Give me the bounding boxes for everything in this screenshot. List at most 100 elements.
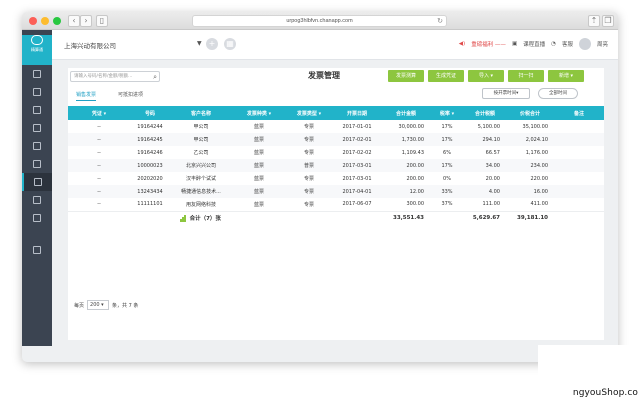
sidebar-item-chart[interactable] xyxy=(22,101,52,119)
cell-number: 13243434 xyxy=(130,185,170,198)
sidebar-item-settings[interactable] xyxy=(22,209,52,227)
page-size-select[interactable]: 200 ▾ xyxy=(87,300,110,310)
grid-icon[interactable]: ▦ xyxy=(224,38,236,50)
address-bar[interactable]: urpog3hlbfvn.chanapp.com ↻ xyxy=(192,15,447,27)
search-placeholder: 请输入号码/名称/金额/税额... xyxy=(74,74,133,79)
sidebar-item-invoice[interactable] xyxy=(22,155,52,173)
avatar[interactable] xyxy=(578,38,591,50)
cell-total: 35,100.00 xyxy=(522,123,548,130)
pager-suffix: 条，共 7 条 xyxy=(112,302,139,309)
col-kind[interactable]: 发票种类 ▾ xyxy=(232,106,286,120)
cell-kind: 蓝票 xyxy=(232,133,286,146)
col-note: 备注 xyxy=(554,106,604,120)
sidebar: 精算通 xyxy=(22,30,52,346)
col-type[interactable]: 发票类型 ▾ xyxy=(286,106,332,120)
screenshot-stage: ‹ › ▯ urpog3hlbfvn.chanapp.com ↻ ⇡ ❐ 精算通 xyxy=(0,0,640,405)
table-row[interactable]: -- 19164245 甲公司 蓝票 专票 2017-02-01 1,730.00 17% 29… xyxy=(68,133,604,146)
sidebar-item-voucher[interactable] xyxy=(22,83,52,101)
add-button[interactable]: 新增 ▾ xyxy=(548,70,584,82)
user-name[interactable]: 周亮 xyxy=(597,40,608,48)
sidebar-item-ledger[interactable] xyxy=(22,65,52,83)
table-row[interactable]: -- 13243434 畅捷通信息技术... 蓝票 专票 2017-04-01 12.00 3… xyxy=(68,185,604,198)
browser-toolbar: ‹ › ▯ urpog3hlbfvn.chanapp.com ↻ ⇡ ❐ xyxy=(22,12,618,30)
minimize-window-icon[interactable] xyxy=(41,17,49,25)
sidebar-item-tax[interactable] xyxy=(22,191,52,209)
service-link[interactable]: 客服 xyxy=(562,40,573,48)
cell-note xyxy=(554,133,604,146)
invoice-estimate-button[interactable]: 发票测算 xyxy=(388,70,424,82)
cell-amount: 1,730.00 xyxy=(382,133,430,146)
search-icon[interactable]: ⌕ xyxy=(153,73,157,81)
chevron-down-icon[interactable]: ▼ xyxy=(197,40,202,47)
cell-number: 19164246 xyxy=(137,149,163,156)
cell-tax: 20.00 xyxy=(485,175,500,182)
sidebar-item-report[interactable] xyxy=(22,119,52,137)
reload-icon[interactable]: ↻ xyxy=(437,16,443,27)
summary-tax: 5,629.67 xyxy=(464,210,506,224)
table-row[interactable]: -- 19164246 乙公司 蓝票 专票 2017-02-02 1,109.43 6% 66.… xyxy=(68,146,604,159)
table-row[interactable]: -- 20202020 汉丰醉个试试 蓝票 专票 2017-03-01 200.00 0% 20… xyxy=(68,172,604,185)
address-text: urpog3hlbfvn.chanapp.com xyxy=(286,18,353,24)
generate-voucher-button[interactable]: 生成凭证 xyxy=(428,70,464,82)
app-logo[interactable]: 精算通 xyxy=(22,35,52,65)
cell-kind: 蓝票 xyxy=(253,124,264,130)
alert-link[interactable]: 重磅福利 —— xyxy=(471,40,506,48)
cell-kind: 蓝票 xyxy=(253,176,264,182)
summary-row: 合计（7）张 33,551.43 5,629.67 39,181.10 xyxy=(68,210,604,224)
tab-deductible-input[interactable]: 可抵扣进项 xyxy=(118,91,143,98)
forward-icon[interactable]: › xyxy=(80,15,92,27)
invoice-table: 凭证 ▾ 号码 客户名称 发票种类 ▾ 发票类型 ▾ 开票日期 合计金额 税率 … xyxy=(68,106,604,224)
brand-name: 精算通 xyxy=(31,47,43,52)
table-row[interactable]: -- 11111101 用友网络科技 蓝票 专票 2017-06-07 300.00 37% 1… xyxy=(68,198,604,211)
sidebar-toggle-icon[interactable]: ▯ xyxy=(96,15,108,27)
sort-by-date-button[interactable]: 按开票时间▾ xyxy=(482,88,530,99)
cell-voucher: -- xyxy=(68,159,130,172)
search-input[interactable]: 请输入号码/名称/金额/税额... ⌕ xyxy=(70,71,160,82)
cell-date: 2017-04-01 xyxy=(332,185,382,198)
cell-rate: 17% xyxy=(441,123,453,130)
cell-type: 专票 xyxy=(303,176,314,182)
maximize-window-icon[interactable] xyxy=(53,17,61,25)
sidebar-item-logout[interactable] xyxy=(22,241,52,259)
sidebar-item-asset[interactable] xyxy=(22,137,52,155)
cell-type: 专票 xyxy=(303,201,314,208)
tab-sales-invoice[interactable]: 销售发票 xyxy=(76,91,97,101)
share-icon[interactable]: ⇡ xyxy=(588,15,600,27)
table-row[interactable]: -- 19164244 甲公司 蓝票 专票 2017-01-01 30,000.00 17% 5… xyxy=(68,120,604,133)
cell-tax: 294.10 xyxy=(464,133,506,146)
voucher-icon xyxy=(33,88,41,96)
cell-customer: 甲公司 xyxy=(170,133,232,146)
sidebar-item-invoice-manage[interactable] xyxy=(22,173,52,191)
col-voucher[interactable]: 凭证 ▾ xyxy=(68,106,130,120)
cell-rate: 6% xyxy=(443,149,451,156)
cell-customer: 北京兴兴公司 xyxy=(170,159,232,172)
scan-button[interactable]: 扫一扫 xyxy=(508,70,544,82)
cell-date: 2017-03-01 xyxy=(332,159,382,172)
cell-note xyxy=(554,185,604,198)
browser-window: ‹ › ▯ urpog3hlbfvn.chanapp.com ↻ ⇡ ❐ 精算通 xyxy=(22,12,618,362)
cell-number: 10000023 xyxy=(130,159,170,172)
table-row[interactable]: -- 10000023 北京兴兴公司 蓝票 普票 2017-03-01 200.00 17% 3… xyxy=(68,159,604,172)
cell-note xyxy=(554,172,604,185)
cell-amount: 30,000.00 xyxy=(398,123,424,130)
tabs-icon[interactable]: ❐ xyxy=(602,15,614,27)
summary-total: 39,181.10 xyxy=(506,210,554,224)
cell-date: 2017-03-01 xyxy=(342,175,372,182)
back-icon[interactable]: ‹ xyxy=(68,15,80,27)
cell-rate: 17% xyxy=(430,159,464,172)
live-link[interactable]: 课程直播 xyxy=(523,40,545,48)
close-window-icon[interactable] xyxy=(29,17,37,25)
time-filter-button[interactable]: 全部时间 xyxy=(538,88,578,99)
app-root: 精算通 上海兴动有限公司 ▼ + ▦ ◀) 重磅福利 —— ▣ 课程直播 ◔ 客… xyxy=(22,30,618,362)
company-name[interactable]: 上海兴动有限公司 xyxy=(64,40,116,50)
cell-voucher: -- xyxy=(97,175,101,182)
col-rate[interactable]: 税率 ▾ xyxy=(430,106,464,120)
table-header: 凭证 ▾ 号码 客户名称 发票种类 ▾ 发票类型 ▾ 开票日期 合计金额 税率 … xyxy=(68,106,604,120)
add-icon[interactable]: + xyxy=(206,38,218,50)
speaker-icon[interactable]: ◀) xyxy=(459,41,465,47)
live-icon: ▣ xyxy=(511,41,518,47)
cell-rate: 37% xyxy=(441,201,453,208)
import-button[interactable]: 导入 ▾ xyxy=(468,70,504,82)
service-icon: ◔ xyxy=(551,41,556,47)
cell-number: 20202020 xyxy=(137,175,163,182)
